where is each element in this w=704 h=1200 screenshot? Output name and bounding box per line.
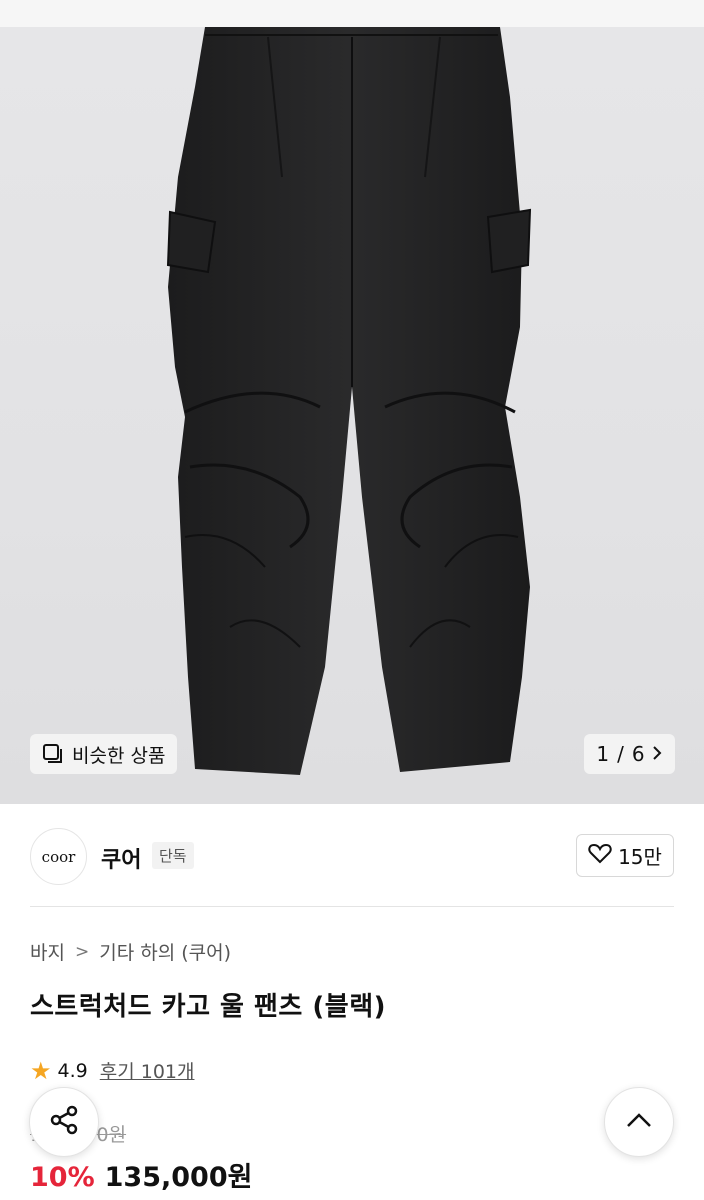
chevron-right-icon <box>651 742 663 766</box>
like-button[interactable]: 15만 <box>576 834 674 877</box>
breadcrumb-separator-icon: > <box>74 941 90 962</box>
breadcrumb: 바지 > 기타 하의 (쿠어) <box>30 938 231 965</box>
discount-rate: 10% <box>30 1162 95 1193</box>
rating-value: 4.9 <box>57 1059 88 1082</box>
share-icon <box>47 1103 81 1141</box>
star-icon: ★ <box>30 1056 52 1085</box>
sale-price: 135,000원 <box>104 1162 253 1193</box>
heart-icon <box>588 842 612 869</box>
pager-total: 6 <box>631 742 645 766</box>
exclusive-badge: 단독 <box>152 842 194 869</box>
chevron-up-icon <box>625 1111 653 1133</box>
scroll-top-button[interactable] <box>604 1087 674 1157</box>
pager-separator: / <box>617 742 624 766</box>
pager-current: 1 <box>596 742 610 766</box>
similar-products-icon <box>42 743 64 765</box>
rating-row: ★ 4.9 후기 101개 <box>30 1057 194 1084</box>
top-bar <box>0 0 704 27</box>
divider <box>30 906 674 907</box>
product-image-gallery[interactable]: 비슷한 상품 1 / 6 <box>0 27 704 804</box>
brand-logo[interactable]: coor <box>30 828 87 885</box>
share-button[interactable] <box>29 1087 99 1157</box>
breadcrumb-subcategory[interactable]: 기타 하의 (쿠어) <box>99 938 231 965</box>
product-image <box>166 27 532 775</box>
similar-products-button[interactable]: 비슷한 상품 <box>30 734 178 774</box>
price-row: 10% 135,000원 <box>30 1155 252 1194</box>
breadcrumb-category[interactable]: 바지 <box>30 938 65 965</box>
reviews-link[interactable]: 후기 101개 <box>100 1057 195 1084</box>
brand-row: coor 쿠어 단독 15만 <box>0 804 704 908</box>
product-title: 스트럭처드 카고 울 팬츠 (블랙) <box>30 992 387 1022</box>
similar-products-label: 비슷한 상품 <box>72 744 166 767</box>
brand-name[interactable]: 쿠어 <box>101 842 141 874</box>
image-pager[interactable]: 1 / 6 <box>584 734 675 774</box>
like-count: 15만 <box>618 845 662 869</box>
